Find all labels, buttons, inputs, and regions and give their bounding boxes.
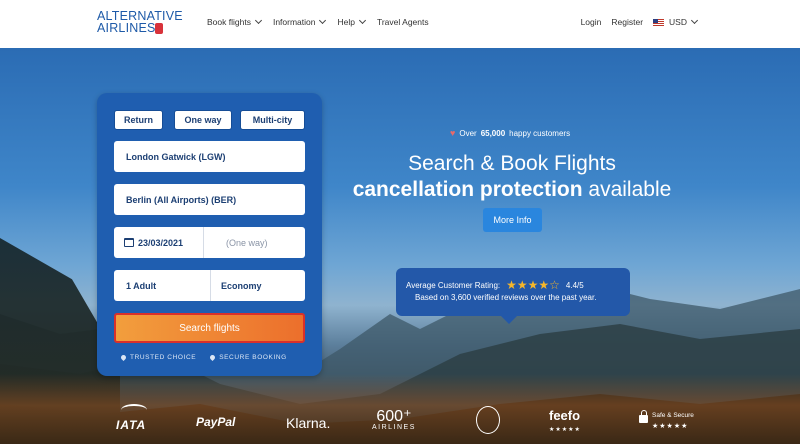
secure-stars: ★★★★★ bbox=[652, 423, 689, 430]
chevron-down-icon bbox=[254, 16, 262, 25]
rating-label: Average Customer Rating: bbox=[406, 280, 501, 290]
calendar-icon bbox=[124, 238, 134, 247]
passengers-row: 1 Adult Economy bbox=[114, 270, 305, 301]
chevron-down-icon bbox=[690, 16, 699, 25]
nav-label: Information bbox=[272, 17, 316, 27]
nav-label: Travel Agents bbox=[376, 17, 429, 27]
trusted-choice-badge: TRUSTED CHOICE bbox=[119, 353, 197, 362]
us-flag-icon bbox=[653, 18, 665, 26]
currency-selector[interactable]: USD bbox=[653, 16, 699, 27]
depart-date-value: 23/03/2021 bbox=[138, 237, 184, 248]
iata-globe-icon bbox=[121, 404, 147, 416]
trip-type-one-way[interactable]: One way bbox=[174, 110, 232, 130]
nav-label: Book flights bbox=[207, 17, 251, 27]
chevron-down-icon bbox=[358, 16, 367, 25]
paypal-logo: PayPal bbox=[196, 415, 236, 429]
nav-help[interactable]: Help bbox=[337, 16, 367, 27]
trip-type-return[interactable]: Return bbox=[114, 110, 163, 130]
airlines-label: AIRLINES bbox=[372, 424, 416, 431]
destination-field[interactable]: Berlin (All Airports) (BER) bbox=[114, 184, 305, 215]
happy-prefix: Over bbox=[459, 128, 477, 138]
logo[interactable]: ALTERNATIVE AIRLINES bbox=[97, 10, 183, 35]
secure-booking-badge: SECURE BOOKING bbox=[209, 353, 287, 362]
return-date-value: (One way) bbox=[226, 237, 268, 248]
happy-customers-line: ♥ Over 65,000 happy customers bbox=[450, 128, 570, 138]
logo-line2: AIRLINES bbox=[97, 21, 156, 35]
register-link[interactable]: Register bbox=[611, 17, 643, 27]
cabin-class-field[interactable]: Economy bbox=[210, 270, 305, 301]
main-nav: Book flights Information Help Travel Age… bbox=[207, 16, 429, 27]
happy-suffix: happy customers bbox=[509, 128, 571, 138]
dates-row: 23/03/2021 (One way) bbox=[114, 227, 305, 258]
airlines-count: 600⁺ bbox=[376, 408, 412, 425]
hero-subtitle: cancellation protection available bbox=[330, 178, 694, 202]
safe-secure-label: Safe & Secure bbox=[652, 412, 694, 419]
secure-booking-label: SECURE BOOKING bbox=[219, 354, 287, 361]
nav-label: Help bbox=[337, 17, 355, 27]
600-airlines-logo: 600⁺ AIRLINES bbox=[372, 406, 416, 431]
award-seal-icon bbox=[476, 406, 500, 434]
feefo-stars: ★★★★★ bbox=[549, 427, 581, 433]
hero-title: Search & Book Flights bbox=[408, 152, 616, 175]
currency-label: USD bbox=[669, 17, 687, 27]
feefo-logo: feefo bbox=[549, 408, 581, 423]
nav-travel-agents[interactable]: Travel Agents bbox=[377, 17, 429, 27]
passengers-field[interactable]: 1 Adult bbox=[114, 270, 210, 301]
chevron-down-icon bbox=[319, 16, 327, 25]
search-flights-button[interactable]: Search flights bbox=[114, 313, 305, 343]
flight-search-panel: Return One way Multi-city London Gatwick… bbox=[97, 93, 322, 376]
klarna-logo: Klarna. bbox=[286, 415, 331, 431]
trust-badges: TRUSTED CHOICE SECURE BOOKING bbox=[119, 353, 287, 362]
trip-type-multi-city[interactable]: Multi-city bbox=[240, 110, 305, 130]
hero-subtitle-rest: available bbox=[588, 178, 672, 201]
location-pin-icon bbox=[119, 353, 128, 362]
trusted-choice-label: TRUSTED CHOICE bbox=[130, 354, 197, 361]
nav-information[interactable]: Information bbox=[272, 16, 327, 27]
site-header: ALTERNATIVE AIRLINES Book flights Inform… bbox=[0, 0, 800, 48]
account-nav: Login Register USD bbox=[581, 16, 699, 27]
rating-score: 4.4/5 bbox=[565, 280, 584, 290]
return-date-field[interactable]: (One way) bbox=[203, 227, 305, 258]
partner-logos: IATA PayPal Klarna. 600⁺ AIRLINES feefo … bbox=[0, 398, 800, 444]
luggage-tag-icon bbox=[155, 23, 163, 34]
login-link[interactable]: Login bbox=[581, 17, 602, 27]
more-info-button[interactable]: More Info bbox=[483, 208, 542, 232]
rating-row: Average Customer Rating: ★★★★☆ 4.4/5 bbox=[406, 278, 584, 292]
location-pin-icon bbox=[209, 353, 217, 362]
customer-rating-box: Average Customer Rating: ★★★★☆ 4.4/5 Bas… bbox=[396, 268, 630, 324]
rating-stars: ★★★★☆ bbox=[506, 278, 560, 292]
nav-book-flights[interactable]: Book flights bbox=[207, 16, 262, 27]
heart-icon: ♥ bbox=[450, 128, 456, 138]
depart-date-field[interactable]: 23/03/2021 bbox=[114, 227, 203, 258]
lock-icon bbox=[639, 410, 648, 423]
iata-logo: IATA bbox=[116, 418, 147, 432]
rating-reviews: Based on 3,600 verified reviews over the… bbox=[415, 293, 597, 302]
happy-count: 65,000 bbox=[480, 128, 506, 138]
hero-subtitle-bold: cancellation protection bbox=[352, 178, 583, 201]
